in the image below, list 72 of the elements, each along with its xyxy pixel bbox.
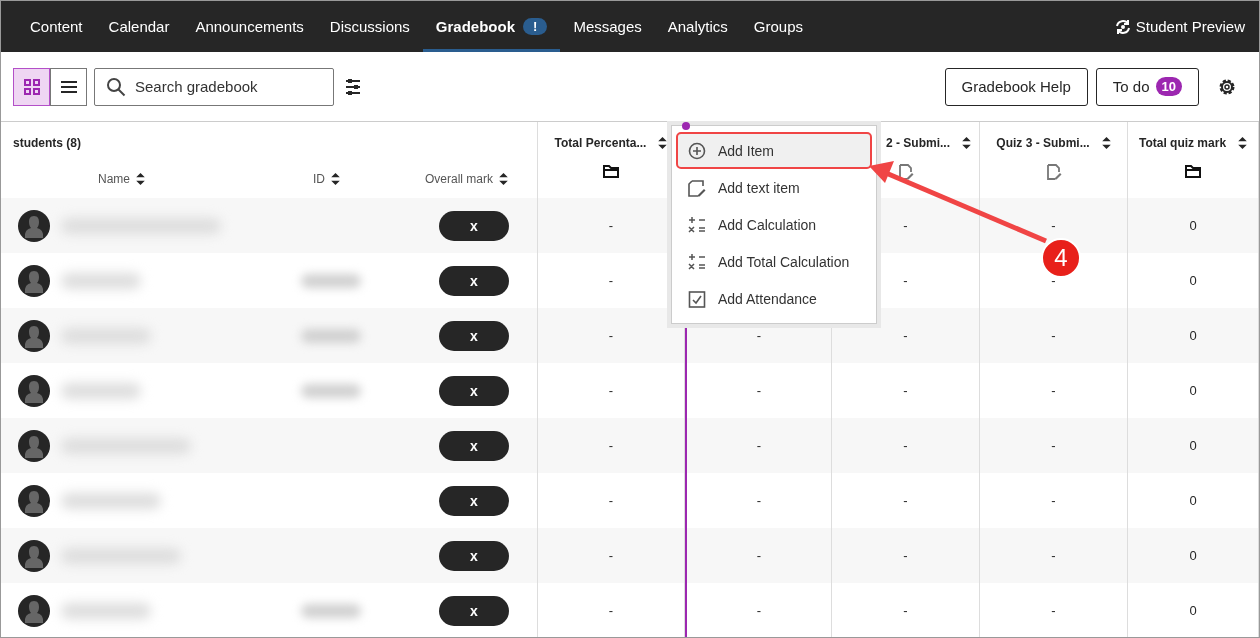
student-preview-button[interactable]: Student Preview <box>1099 1 1259 52</box>
grade-cell[interactable]: 0 <box>1189 218 1197 233</box>
overall-mark-pill[interactable]: x <box>439 485 509 516</box>
nav-tab[interactable]: Messages <box>560 4 655 52</box>
alert-badge: ! <box>523 18 548 35</box>
menu-item[interactable]: Add Attendance <box>676 280 872 317</box>
grade-cell[interactable]: - <box>608 603 614 618</box>
menu-item[interactable]: Add text item <box>676 169 872 206</box>
grade-cell[interactable]: - <box>756 328 762 343</box>
overall-mark-pill[interactable]: x <box>439 540 509 571</box>
gradebook-help-button[interactable]: Gradebook Help <box>944 67 1088 106</box>
column-header[interactable]: Overall mark <box>425 172 508 186</box>
grade-cell[interactable]: - <box>1051 438 1056 453</box>
step-number-badge: 4 <box>1041 238 1081 278</box>
nav-tab[interactable]: Discussions <box>316 4 423 52</box>
grade-cell[interactable]: - <box>903 383 908 398</box>
overall-mark-pill[interactable]: x <box>439 595 509 626</box>
nav-tab[interactable]: Analytics <box>654 4 741 52</box>
nav-tab[interactable]: Announcements <box>182 4 317 52</box>
grade-cell[interactable]: - <box>608 548 614 563</box>
menu-item[interactable]: Add Calculation <box>676 206 872 243</box>
grade-cell[interactable]: - <box>756 438 762 453</box>
menu-item[interactable]: Add Item <box>676 132 872 169</box>
overall-mark-pill[interactable]: x <box>439 375 509 406</box>
grade-cell[interactable]: - <box>903 603 908 618</box>
nav-tab[interactable]: Groups <box>740 4 816 52</box>
column-header[interactable]: ID <box>313 172 340 186</box>
overall-mark-pill[interactable]: x <box>439 265 509 296</box>
column-header[interactable]: 2 - Submi... <box>886 136 971 150</box>
grade-cell[interactable]: - <box>756 383 762 398</box>
grade-cell[interactable]: - <box>608 273 614 288</box>
grade-cell[interactable]: 0 <box>1189 328 1197 343</box>
column-header[interactable]: Name <box>98 172 145 186</box>
grade-cell[interactable]: - <box>1051 548 1056 563</box>
overall-mark-pill[interactable]: x <box>439 210 509 241</box>
to-do-button[interactable]: To do 10 <box>1095 67 1199 106</box>
grade-cell[interactable]: - <box>608 493 614 508</box>
grade-cell[interactable]: - <box>1051 328 1056 343</box>
overall-mark-pill[interactable]: x <box>439 430 509 461</box>
grade-cell[interactable]: - <box>903 328 908 343</box>
grade-cell[interactable]: - <box>903 548 908 563</box>
grade-cell[interactable]: 0 <box>1189 383 1197 398</box>
grade-cell[interactable]: - <box>756 548 762 563</box>
grade-cell[interactable]: 0 <box>1189 603 1197 618</box>
search-field[interactable]: Search gradebook <box>94 67 334 106</box>
column-header[interactable]: Total quiz mark <box>1138 136 1248 150</box>
grade-cell[interactable]: 0 <box>1189 493 1197 508</box>
students-count: students (8) <box>13 136 82 150</box>
grade-cell[interactable]: - <box>903 493 908 508</box>
nav-tab[interactable]: Content <box>17 4 96 52</box>
grade-cell[interactable]: - <box>756 603 762 618</box>
column-header[interactable]: Total Percenta... <box>554 136 668 150</box>
grade-cell[interactable]: - <box>1051 218 1056 233</box>
grade-cell[interactable]: - <box>608 383 614 398</box>
menu-item[interactable]: Add Total Calculation <box>676 243 872 280</box>
grade-cell[interactable]: 0 <box>1189 438 1197 453</box>
grade-cell[interactable]: - <box>903 218 908 233</box>
grade-cell[interactable]: - <box>903 273 908 288</box>
grade-cell[interactable]: 0 <box>1189 273 1197 288</box>
grade-cell[interactable]: - <box>1051 493 1056 508</box>
grade-cell[interactable]: - <box>1051 383 1056 398</box>
grade-cell[interactable]: 0 <box>1189 548 1197 563</box>
nav-tab[interactable]: Calendar <box>95 4 183 52</box>
column-header[interactable]: Quiz 3 - Submi... <box>996 136 1111 150</box>
overall-mark-pill[interactable]: x <box>439 320 509 351</box>
grade-cell[interactable]: - <box>608 328 614 343</box>
nav-tab[interactable]: Gradebook ! <box>422 4 561 52</box>
grade-cell[interactable]: - <box>608 438 614 453</box>
grade-cell[interactable]: - <box>756 493 762 508</box>
grade-cell[interactable]: - <box>1051 603 1056 618</box>
grade-cell[interactable]: - <box>608 218 614 233</box>
grade-cell[interactable]: - <box>903 438 908 453</box>
